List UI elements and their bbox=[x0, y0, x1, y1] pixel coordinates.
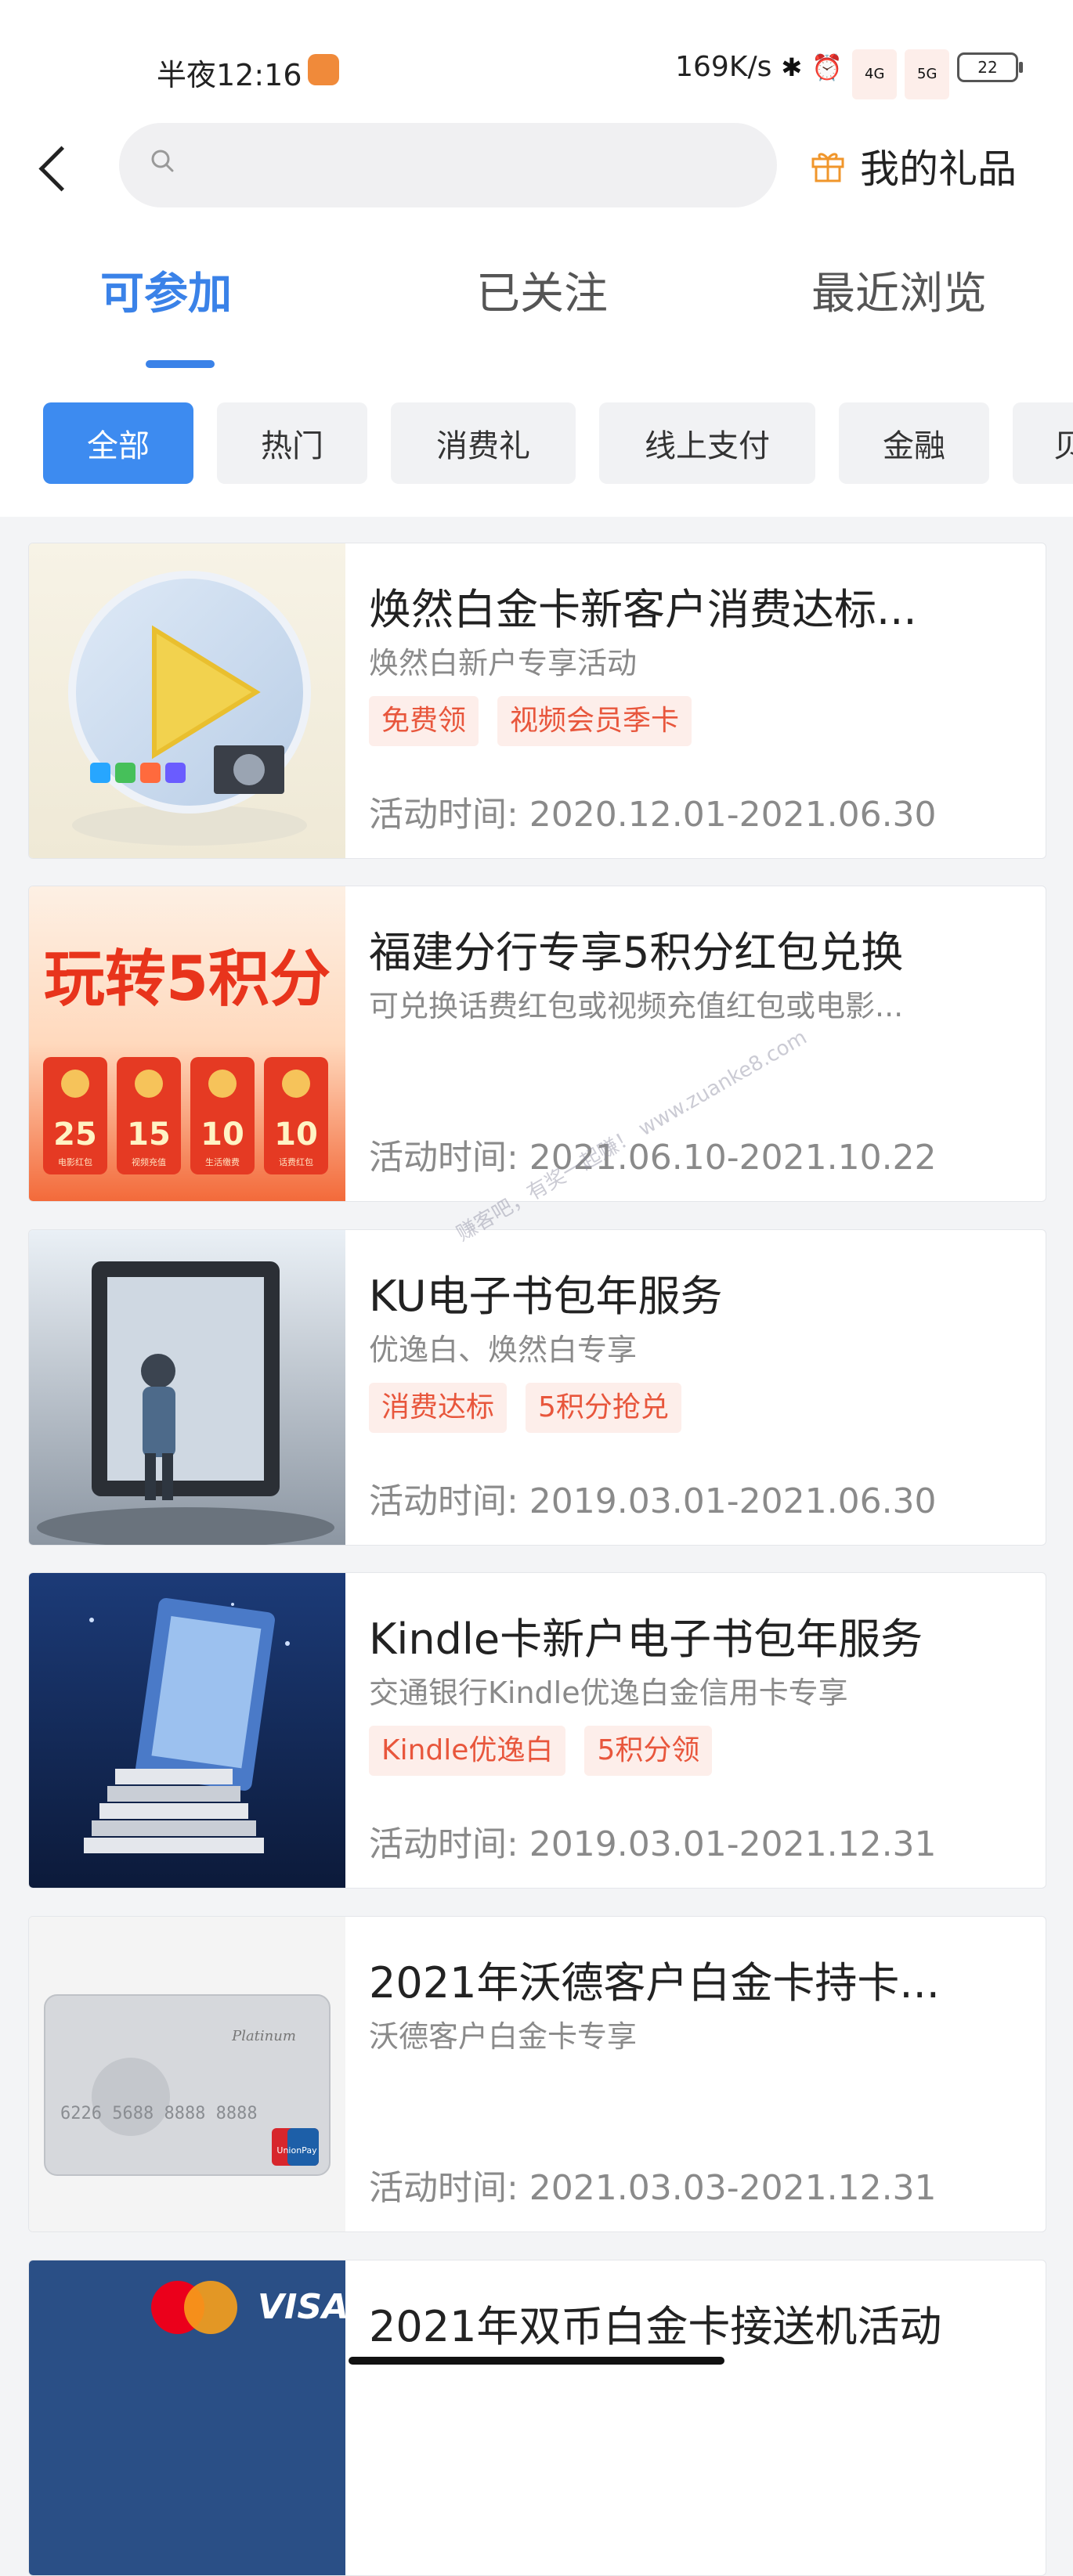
thumbnail-amount: 10 bbox=[274, 1117, 318, 1153]
tab-followed[interactable]: 已关注 bbox=[476, 258, 608, 322]
signal-4g-icon: 4G bbox=[852, 49, 898, 99]
thumbnail-headline: 玩转5积分 bbox=[44, 944, 331, 1015]
home-indicator[interactable] bbox=[349, 2357, 724, 2365]
activity-subtitle: 优逸白、焕然白专享 bbox=[369, 1333, 638, 1367]
activity-tag: 5积分抢兑 bbox=[526, 1383, 681, 1433]
filter-chip-hot[interactable]: 热门 bbox=[217, 402, 367, 484]
activity-title: Kindle卡新户电子书包年服务 bbox=[369, 1615, 923, 1664]
alarm-icon: ⏰ bbox=[811, 52, 843, 82]
filter-chip-all[interactable]: 全部 bbox=[43, 402, 193, 484]
tab-can-join[interactable]: 可参加 bbox=[100, 258, 232, 322]
card-line-text: Platinum bbox=[231, 2028, 296, 2044]
filter-chip-more[interactable]: 贝 bbox=[1013, 402, 1073, 484]
tab-active-indicator bbox=[146, 360, 215, 368]
my-gifts-label: 我的礼品 bbox=[860, 146, 1017, 192]
tab-bar: 可参加 已关注 最近浏览 bbox=[0, 258, 1073, 376]
activity-tag: Kindle优逸白 bbox=[369, 1726, 566, 1776]
activity-subtitle: 沃德客户白金卡专享 bbox=[369, 2019, 638, 2054]
activity-title: 2021年沃德客户白金卡持卡... bbox=[369, 1958, 940, 2008]
filter-chip-finance[interactable]: 金融 bbox=[839, 402, 989, 484]
status-time: 半夜12:16 bbox=[157, 58, 302, 92]
tab-recently-viewed[interactable]: 最近浏览 bbox=[811, 258, 987, 322]
search-box[interactable] bbox=[119, 123, 777, 207]
activity-thumbnail-ereader bbox=[29, 1230, 345, 1545]
network-speed: 169K/s bbox=[675, 51, 772, 83]
activity-card[interactable]: VISA 2021年双币白金卡接送机活动 bbox=[28, 2260, 1046, 2576]
back-arrow-icon bbox=[38, 146, 84, 191]
my-gifts-link[interactable]: 我的礼品 bbox=[810, 135, 1017, 197]
activity-title: 福建分行专享5积分红包兑换 bbox=[369, 928, 904, 977]
status-bar: 半夜12:16 169K/s ✱ ⏰ 4G 5G 22 bbox=[0, 43, 1073, 99]
thumbnail-caption: 视频充值 bbox=[132, 1156, 166, 1167]
activity-time: 活动时间: 2020.12.01-2021.06.30 bbox=[369, 795, 937, 835]
activity-card[interactable]: 焕然白金卡新客户消费达标... 焕然白新户专享活动 免费领 视频会员季卡 活动时… bbox=[28, 543, 1046, 859]
activity-card[interactable]: Platinum 6226 5688 8888 8888 UnionPay 20… bbox=[28, 1916, 1046, 2232]
back-button[interactable] bbox=[31, 133, 84, 204]
battery-icon: 22 bbox=[957, 52, 1023, 82]
activity-title: KU电子书包年服务 bbox=[369, 1272, 723, 1321]
activity-subtitle: 焕然白新户专享活动 bbox=[369, 646, 638, 680]
activity-card[interactable]: 玩转5积分 25 15 10 10 电影红包 视频充值 生活缴费 话费红包 福建… bbox=[28, 886, 1046, 1202]
visa-logo: VISA bbox=[258, 2287, 345, 2327]
gift-icon bbox=[811, 153, 844, 182]
activity-tag: 5积分领 bbox=[584, 1726, 713, 1776]
activity-card[interactable]: Kindle卡新户电子书包年服务 交通银行Kindle优逸白金信用卡专享 Kin… bbox=[28, 1572, 1046, 1889]
filter-chip-spending-gift[interactable]: 消费礼 bbox=[391, 402, 576, 484]
filter-chip-online-payment[interactable]: 线上支付 bbox=[599, 402, 815, 484]
activity-tags: Kindle优逸白 5积分领 bbox=[369, 1726, 713, 1776]
signal-5g-icon: 5G bbox=[905, 49, 950, 99]
activity-title: 焕然白金卡新客户消费达标... bbox=[369, 585, 917, 634]
status-indicators: 169K/s ✱ ⏰ 4G 5G 22 bbox=[675, 49, 1023, 99]
activity-subtitle: 交通银行Kindle优逸白金信用卡专享 bbox=[369, 1676, 848, 1710]
bluetooth-icon: ✱ bbox=[781, 52, 803, 82]
activity-thumbnail-video-play bbox=[29, 543, 345, 858]
activity-thumbnail-red-packets: 玩转5积分 25 15 10 10 电影红包 视频充值 生活缴费 话费红包 bbox=[29, 886, 345, 1201]
activity-thumbnail-platinum-card: Platinum 6226 5688 8888 8888 UnionPay bbox=[29, 1917, 345, 2231]
activity-title: 2021年双币白金卡接送机活动 bbox=[369, 2302, 942, 2351]
thumbnail-caption: 话费红包 bbox=[279, 1157, 313, 1167]
thumbnail-caption: 生活缴费 bbox=[205, 1156, 240, 1167]
unionpay-logo: UnionPay bbox=[276, 2145, 317, 2156]
activity-tags: 免费领 视频会员季卡 bbox=[369, 696, 692, 746]
activity-tag: 视频会员季卡 bbox=[497, 696, 692, 746]
signal-5g-label: 5G bbox=[905, 49, 950, 99]
thumbnail-caption: 电影红包 bbox=[58, 1157, 92, 1167]
activity-time: 活动时间: 2019.03.01-2021.12.31 bbox=[369, 1824, 937, 1864]
search-icon bbox=[151, 150, 174, 172]
activity-time: 活动时间: 2019.03.01-2021.06.30 bbox=[369, 1481, 937, 1521]
thumbnail-amount: 15 bbox=[127, 1117, 171, 1153]
activity-subtitle: 可兑换话费红包或视频充值红包或电影... bbox=[369, 989, 904, 1023]
activity-tags: 消费达标 5积分抢兑 bbox=[369, 1383, 681, 1433]
activity-time: 活动时间: 2021.03.03-2021.12.31 bbox=[369, 2168, 937, 2208]
app-notification-icon bbox=[308, 54, 339, 85]
activity-tag: 消费达标 bbox=[369, 1383, 508, 1433]
thumbnail-amount: 10 bbox=[201, 1117, 244, 1153]
search-input[interactable] bbox=[197, 139, 749, 193]
activity-thumbnail-kindle bbox=[29, 1573, 345, 1888]
signal-4g-label: 4G bbox=[852, 49, 898, 99]
activity-thumbnail-visa-mastercard: VISA bbox=[29, 2260, 345, 2575]
thumbnail-amount: 25 bbox=[53, 1117, 97, 1153]
activity-card[interactable]: KU电子书包年服务 优逸白、焕然白专享 消费达标 5积分抢兑 活动时间: 201… bbox=[28, 1229, 1046, 1546]
card-number: 6226 5688 8888 8888 bbox=[60, 2104, 258, 2123]
activity-tag: 免费领 bbox=[369, 696, 479, 746]
filter-chips: 全部 热门 消费礼 线上支付 金融 贝 bbox=[0, 402, 1073, 484]
